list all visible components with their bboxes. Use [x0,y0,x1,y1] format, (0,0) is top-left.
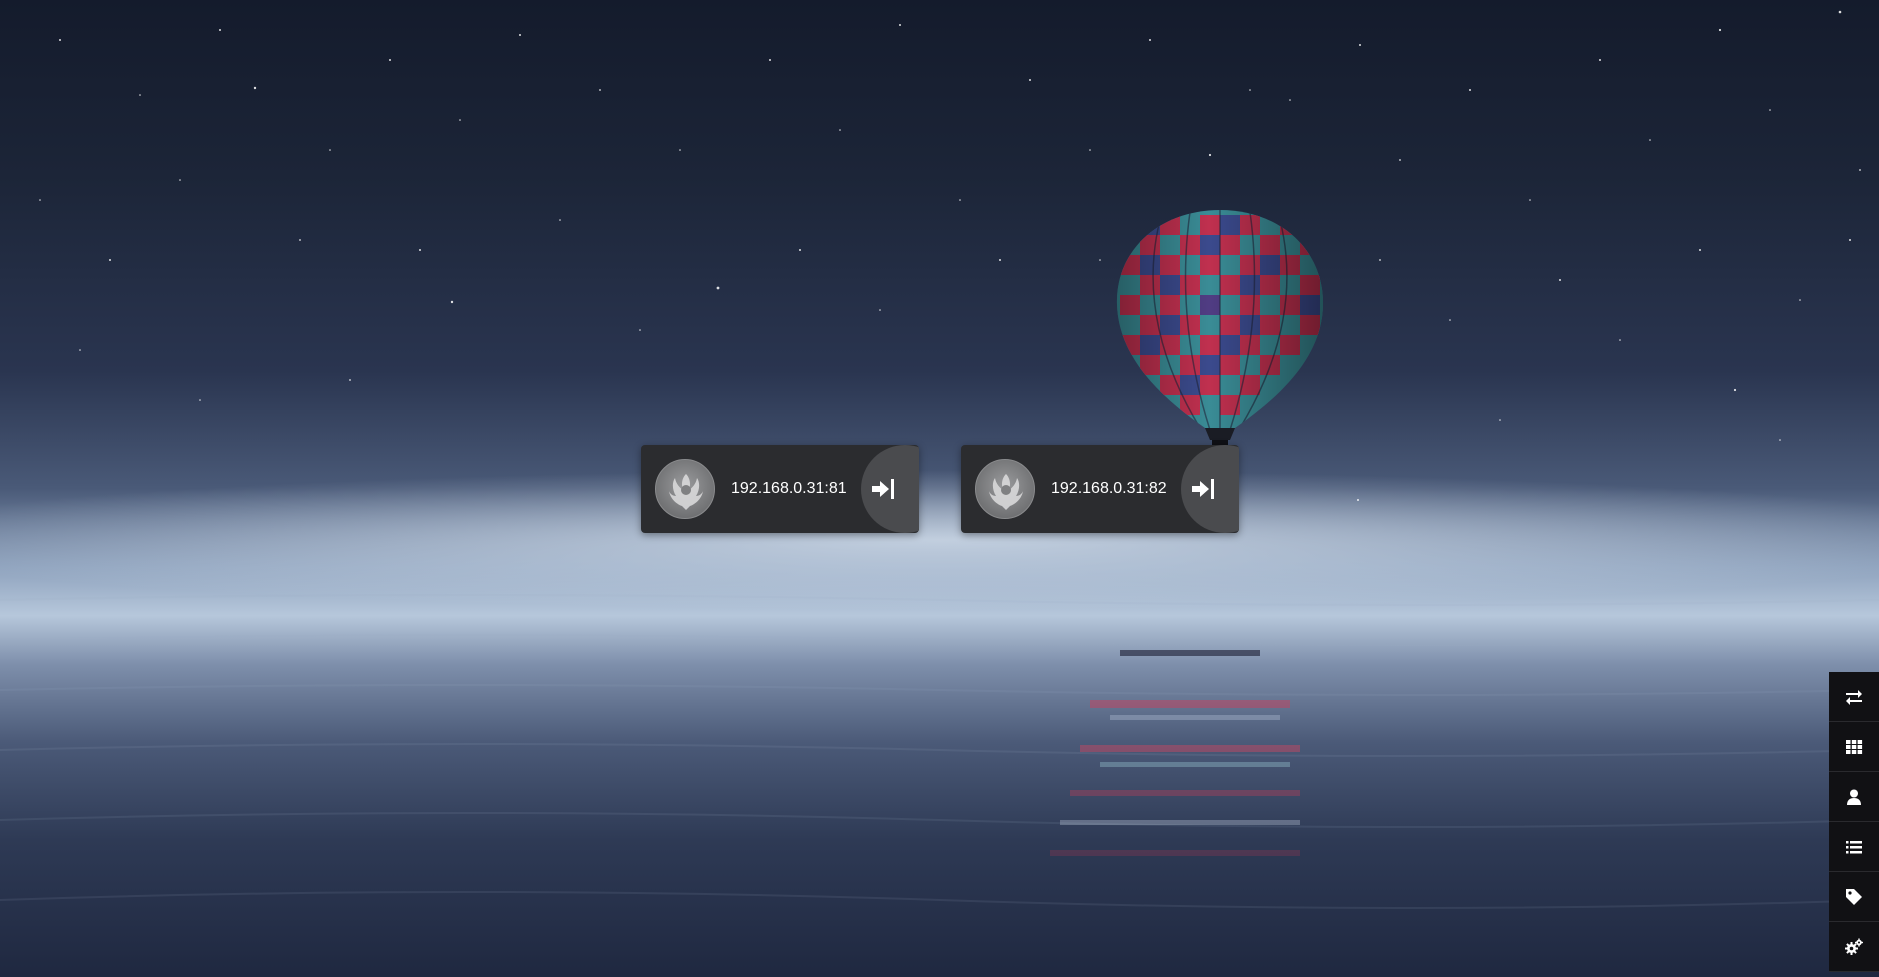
hot-air-balloon-image [1116,210,1324,446]
tag-button[interactable] [1829,872,1879,922]
server-card[interactable]: 192.168.0.31:81 [641,445,919,533]
settings-button[interactable] [1829,922,1879,972]
server-avatar [975,459,1035,519]
winged-emblem-icon [669,474,703,510]
switch-button[interactable] [1829,672,1879,722]
login-button[interactable] [861,445,919,533]
user-button[interactable] [1829,772,1879,822]
server-card[interactable]: 192.168.0.31:82 [961,445,1239,533]
swap-arrows-icon [1846,689,1862,705]
tag-icon [1846,888,1862,905]
login-button[interactable] [1181,445,1239,533]
server-address: 192.168.0.31:82 [1051,480,1167,497]
winged-emblem-icon [989,474,1023,510]
user-icon [1847,789,1861,805]
sign-in-icon [1192,479,1214,499]
grid-icon [1846,739,1863,754]
settings-cogs-icon [1845,938,1863,955]
apps-grid-button[interactable] [1829,722,1879,772]
list-icon [1846,840,1862,853]
side-toolbar [1829,672,1879,972]
desktop-background: 192.168.0.31:81 192.168.0.31:82 [0,0,1879,977]
server-avatar [655,459,715,519]
sign-in-icon [872,479,894,499]
night-sea-balloon-wallpaper [0,10,1879,909]
server-address: 192.168.0.31:81 [731,480,847,497]
list-button[interactable] [1829,822,1879,872]
